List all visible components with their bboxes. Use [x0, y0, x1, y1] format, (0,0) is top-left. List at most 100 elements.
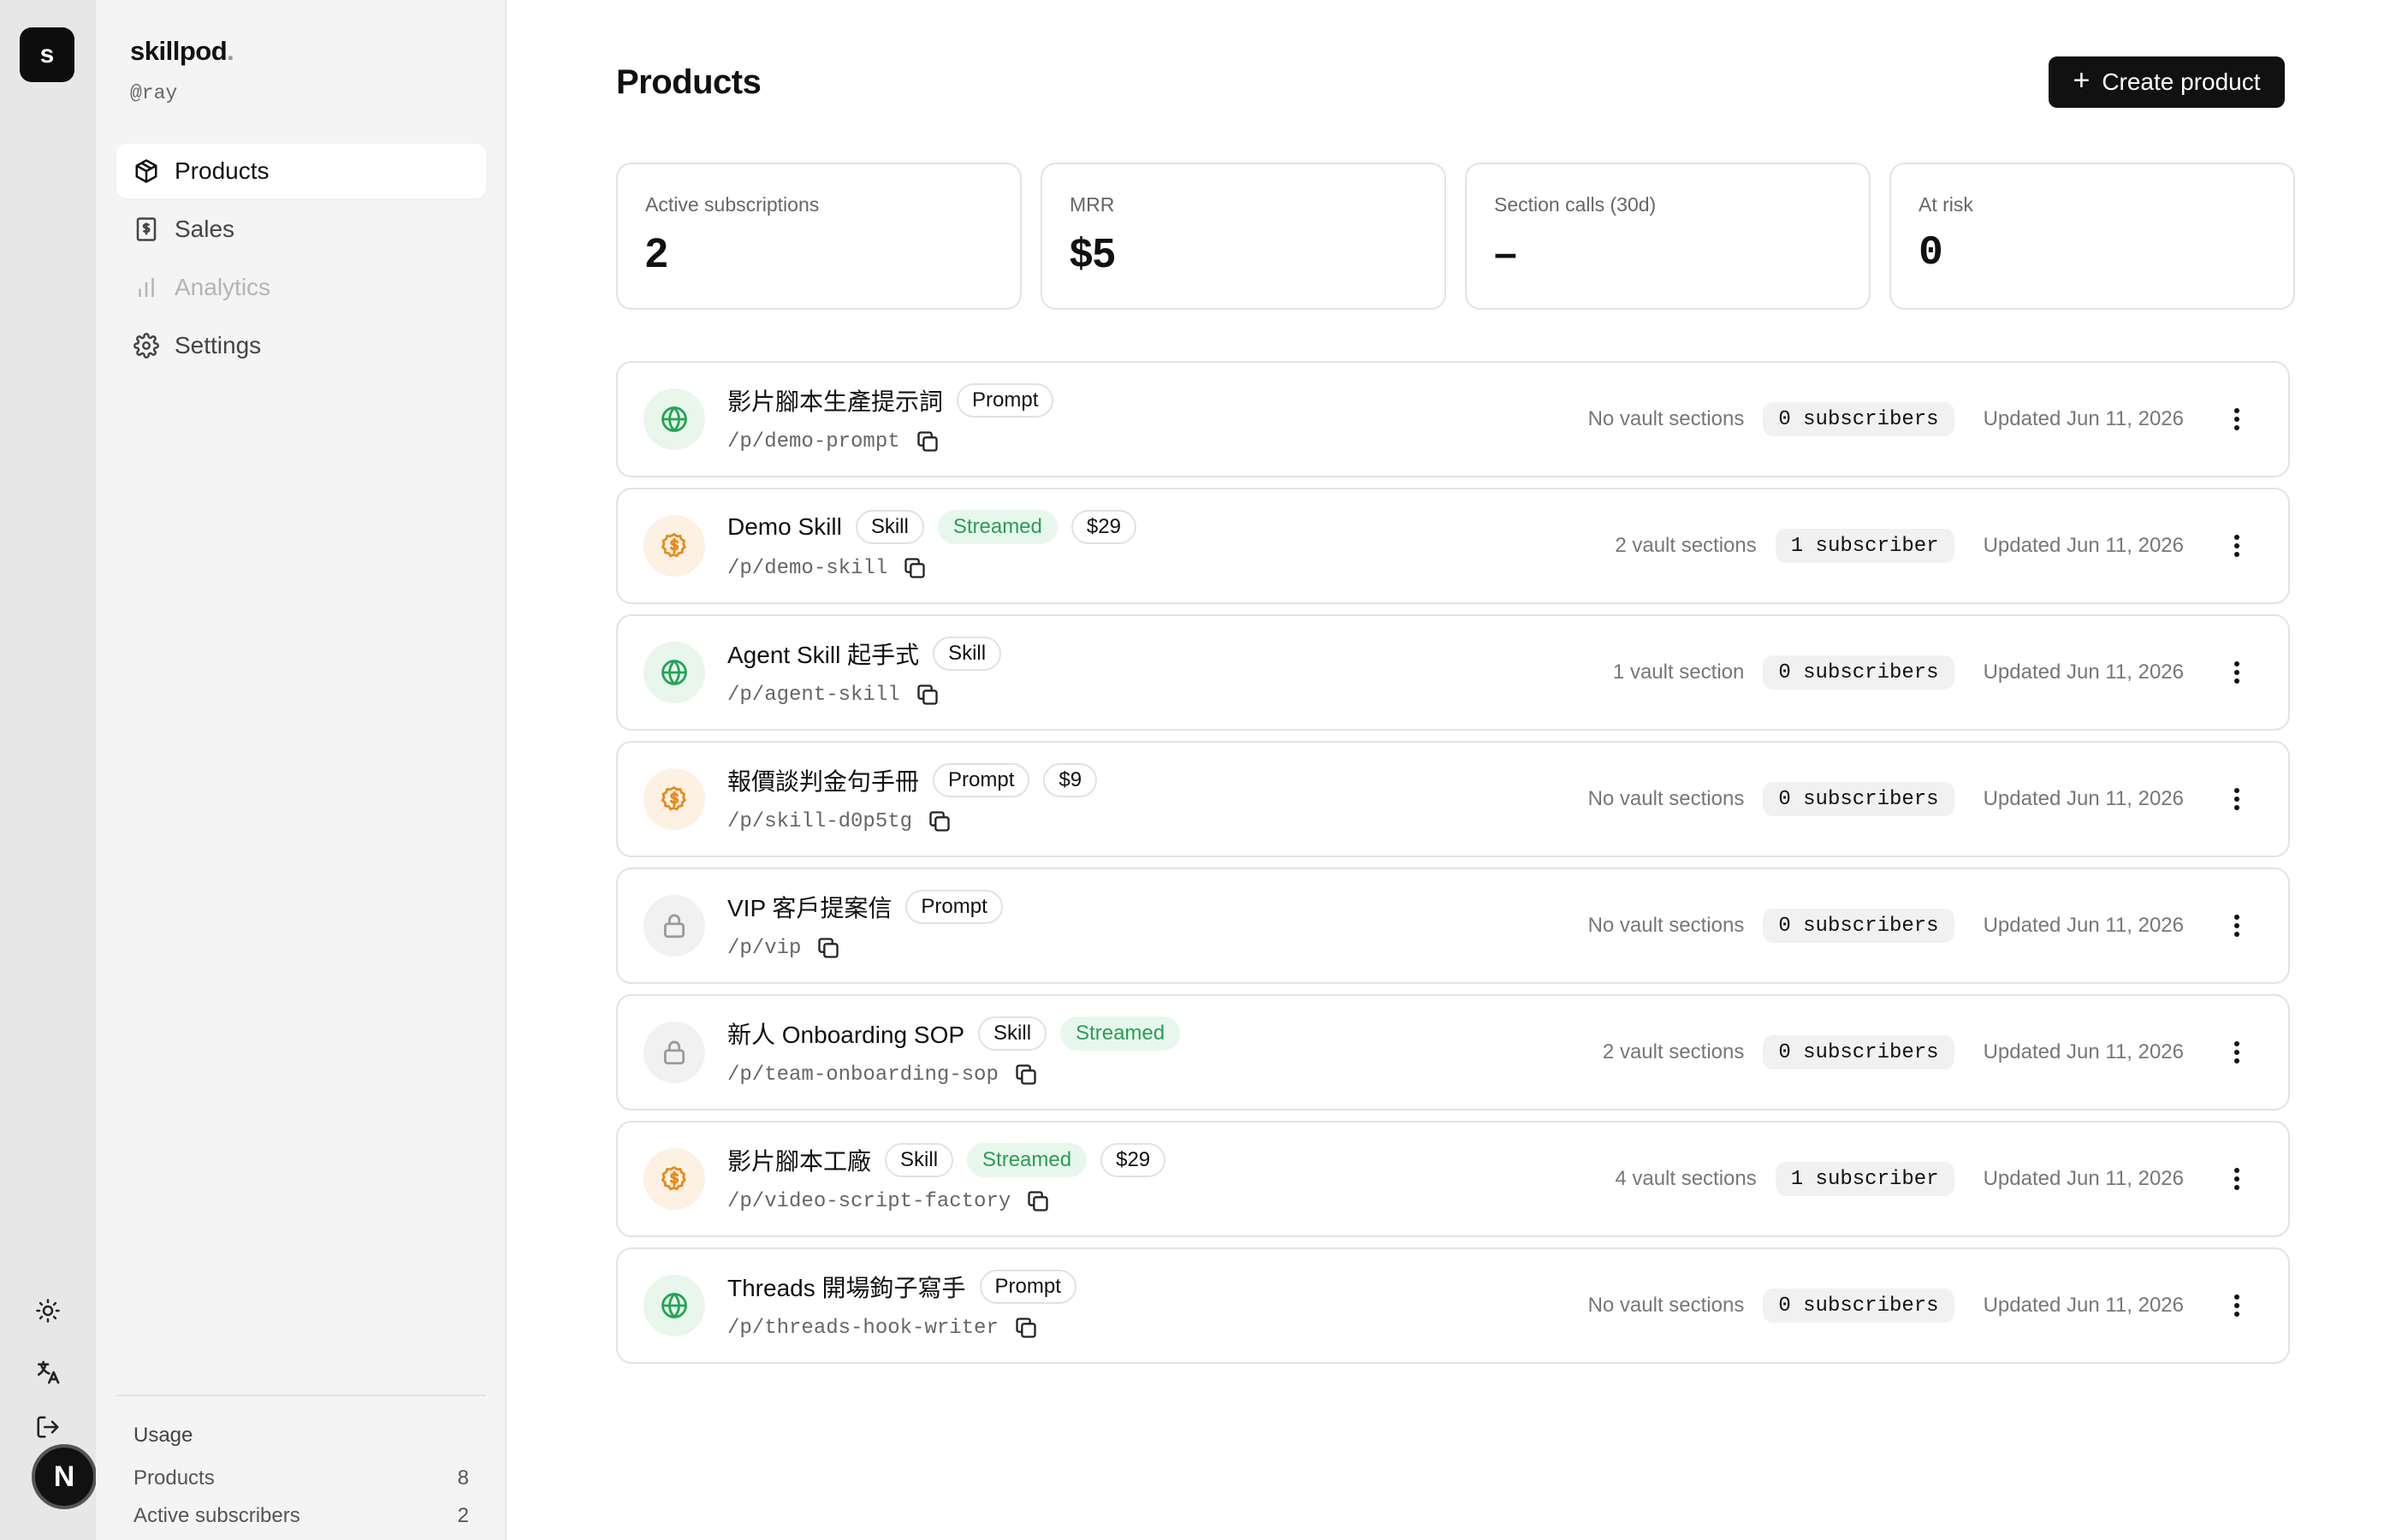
row-menu-button[interactable]: [2220, 1288, 2254, 1323]
language-button[interactable]: [27, 1352, 68, 1393]
vault-sections: 2 vault sections: [1602, 1040, 1745, 1063]
updated-date: Updated Jun 11, 2026: [1983, 1167, 2184, 1190]
copy-icon[interactable]: [928, 809, 952, 833]
sidebar: skillpod. @ray Products Sales Analytics: [96, 0, 507, 1540]
product-slug-line: /p/agent-skill: [727, 679, 940, 710]
logout-button[interactable]: [27, 1407, 68, 1448]
vault-sections: No vault sections: [1587, 787, 1745, 810]
product-row[interactable]: Demo Skill Skill Streamed $29 /p/demo-skil…: [616, 488, 2290, 604]
type-badge: Skill: [978, 1016, 1047, 1051]
product-name[interactable]: VIP 客戶提案信: [727, 890, 892, 924]
subscriber-count: 0 subscribers: [1763, 782, 1954, 816]
product-meta: 2 vault sections 0 subscribers Updated J…: [1603, 996, 2254, 1109]
sidebar-item-sales[interactable]: Sales: [116, 202, 486, 257]
copy-icon[interactable]: [903, 556, 927, 580]
product-name[interactable]: Agent Skill 起手式: [727, 637, 919, 671]
row-menu-button[interactable]: [2220, 909, 2254, 943]
sidebar-item-settings[interactable]: Settings: [116, 318, 486, 373]
usage-row-products: Products 8: [133, 1466, 469, 1490]
type-badge: Prompt: [933, 763, 1030, 797]
row-menu-button[interactable]: [2220, 782, 2254, 816]
avatar[interactable]: N: [32, 1444, 97, 1509]
product-name[interactable]: 報價談判金句手冊: [727, 763, 919, 797]
type-badge: Skill: [885, 1143, 954, 1177]
product-row[interactable]: 新人 Onboarding SOP Skill Streamed /p/team-…: [616, 994, 2290, 1111]
copy-icon[interactable]: [916, 429, 940, 453]
stat-card-at-risk: At risk 0: [1889, 163, 2295, 310]
streamed-badge: Streamed: [937, 510, 1058, 544]
usage-value: 2: [457, 1504, 469, 1527]
usage-value: 8: [457, 1466, 469, 1490]
type-badge: Skill: [855, 510, 924, 544]
more-vertical-icon: [2234, 1168, 2239, 1190]
streamed-badge: Streamed: [1060, 1016, 1181, 1051]
price-badge: $9: [1043, 763, 1098, 797]
product-row[interactable]: 影片腳本生產提示詞 Prompt /p/demo-prompt No vault…: [616, 361, 2290, 477]
type-badge: Prompt: [905, 890, 1003, 924]
product-name[interactable]: 影片腳本生產提示詞: [727, 383, 943, 418]
more-vertical-icon: [2234, 788, 2239, 810]
row-menu-button[interactable]: [2220, 655, 2254, 690]
theme-toggle-button[interactable]: [27, 1290, 68, 1331]
product-slug: /p/skill-d0p5tg: [727, 809, 913, 833]
product-header: 報價談判金句手冊 Prompt $9: [727, 761, 1098, 799]
product-meta: 1 vault section 0 subscribers Updated Ju…: [1613, 616, 2254, 729]
product-meta: 2 vault sections 1 subscriber Updated Ju…: [1615, 489, 2254, 602]
row-menu-button[interactable]: [2220, 1162, 2254, 1196]
more-vertical-icon: [2234, 915, 2239, 937]
product-name[interactable]: Threads 開場鉤子寫手: [727, 1270, 966, 1304]
product-name[interactable]: Demo Skill: [727, 513, 842, 541]
vault-sections: 1 vault section: [1612, 660, 1745, 684]
app-logo[interactable]: s: [20, 27, 74, 82]
product-name[interactable]: 影片腳本工廠: [727, 1143, 871, 1177]
updated-date: Updated Jun 11, 2026: [1983, 407, 2184, 430]
product-row[interactable]: VIP 客戶提案信 Prompt /p/vip No vault section…: [616, 868, 2290, 984]
product-meta: 4 vault sections 1 subscriber Updated Ju…: [1615, 1122, 2254, 1235]
copy-icon[interactable]: [1026, 1189, 1050, 1213]
copy-icon[interactable]: [1014, 1063, 1038, 1087]
price-badge: $29: [1070, 510, 1136, 544]
stat-value: 0: [1919, 230, 1943, 276]
copy-icon[interactable]: [1014, 1316, 1038, 1340]
logout-icon: [37, 1416, 59, 1438]
product-meta: No vault sections 0 subscribers Updated …: [1588, 1249, 2254, 1362]
product-name[interactable]: 新人 Onboarding SOP: [727, 1016, 964, 1051]
stat-value: 2: [645, 231, 668, 276]
package-icon: [135, 159, 157, 183]
subscriber-count: 1 subscriber: [1775, 1162, 1954, 1196]
row-menu-button[interactable]: [2220, 529, 2254, 563]
updated-date: Updated Jun 11, 2026: [1983, 1294, 2184, 1317]
row-menu-button[interactable]: [2220, 402, 2254, 436]
copy-icon[interactable]: [816, 936, 840, 960]
product-visibility-icon: [643, 768, 705, 830]
product-row[interactable]: Threads 開場鉤子寫手 Prompt /p/threads-hook-wr…: [616, 1247, 2290, 1364]
stat-label: At risk: [1919, 193, 1973, 216]
stat-label: Section calls (30d): [1494, 193, 1657, 216]
globe-icon: [661, 660, 687, 685]
product-slug: /p/demo-skill: [727, 556, 888, 580]
translate-icon: [38, 1360, 60, 1384]
product-header: Threads 開場鉤子寫手 Prompt: [727, 1268, 1076, 1306]
product-row[interactable]: 影片腳本工廠 Skill Streamed $29 /p/video-script-…: [616, 1121, 2290, 1237]
updated-date: Updated Jun 11, 2026: [1983, 914, 2184, 937]
product-header: Demo Skill Skill Streamed $29: [727, 508, 1136, 546]
updated-date: Updated Jun 11, 2026: [1983, 660, 2184, 684]
product-slug: /p/demo-prompt: [727, 429, 900, 453]
product-row[interactable]: Agent Skill 起手式 Skill /p/agent-skill 1 v…: [616, 614, 2290, 731]
product-slug-line: /p/skill-d0p5tg: [727, 806, 952, 837]
more-vertical-icon: [2234, 1041, 2239, 1063]
more-vertical-icon: [2234, 535, 2239, 557]
product-header: Agent Skill 起手式 Skill: [727, 635, 1002, 672]
subscriber-count: 0 subscribers: [1763, 655, 1954, 690]
copy-icon[interactable]: [916, 683, 940, 707]
type-badge: Prompt: [979, 1270, 1076, 1304]
usage-title: Usage: [133, 1424, 193, 1447]
product-row[interactable]: 報價談判金句手冊 Prompt $9 /p/skill-d0p5tg No vau…: [616, 741, 2290, 857]
sidebar-item-products[interactable]: Products: [116, 144, 486, 198]
updated-date: Updated Jun 11, 2026: [1983, 534, 2184, 557]
row-menu-button[interactable]: [2220, 1035, 2254, 1069]
create-product-button[interactable]: + Create product: [2049, 56, 2285, 108]
product-slug-line: /p/vip: [727, 933, 840, 963]
sidebar-item-label: Settings: [175, 332, 262, 358]
usage-label: Active subscribers: [133, 1504, 300, 1527]
